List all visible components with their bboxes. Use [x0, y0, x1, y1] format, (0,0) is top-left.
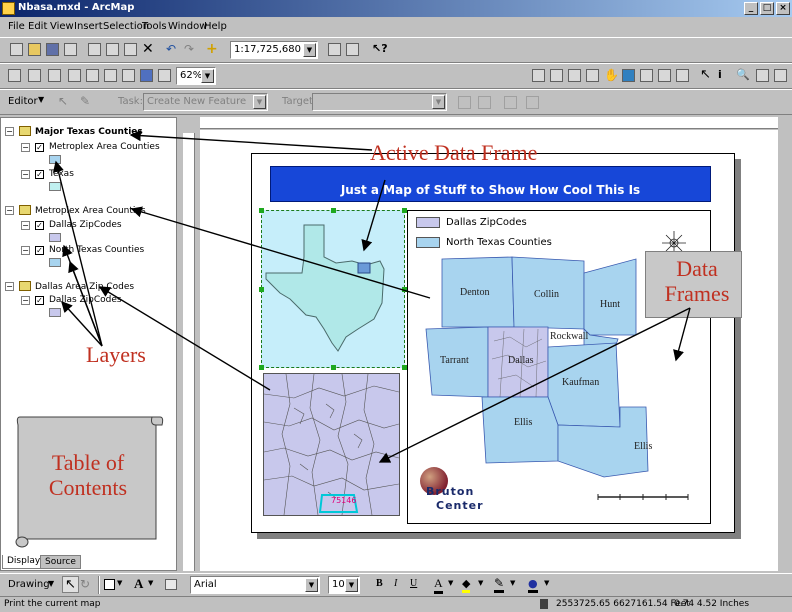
- rectangle-tool-icon[interactable]: [104, 579, 115, 590]
- font-combo[interactable]: Arial ▼: [190, 576, 320, 594]
- chevron-down-icon[interactable]: ▼: [48, 579, 54, 588]
- drawing-toolbar: Drawing ▼ ↖ ↻ ▼ A ▼ Arial ▼ 10 ▼ B I U A ▼…: [0, 573, 792, 595]
- status-icon: [540, 599, 548, 609]
- status-bar: Print the current map 2553725.65 6627161…: [0, 596, 792, 612]
- chevron-down-icon[interactable]: ▼: [345, 578, 358, 592]
- chevron-down-icon[interactable]: ▼: [148, 579, 153, 587]
- italic-icon[interactable]: I: [394, 578, 397, 589]
- chevron-down-icon[interactable]: ▼: [117, 579, 122, 587]
- chevron-down-icon[interactable]: ▼: [305, 578, 318, 592]
- bold-icon[interactable]: B: [376, 578, 383, 589]
- chevron-down-icon[interactable]: ▼: [448, 579, 453, 587]
- annotation-arrows: [52, 130, 691, 463]
- new-graphic-icon[interactable]: [165, 579, 177, 590]
- underline-icon[interactable]: U: [410, 578, 417, 589]
- font-size-value: 10: [332, 579, 345, 590]
- status-page-coordinates: 0.74 4.52 Inches: [674, 599, 750, 609]
- drawing-menu[interactable]: Drawing: [8, 579, 50, 590]
- select-elements-tool-icon[interactable]: ↖: [62, 576, 79, 593]
- arrow-to-toc-group-3: [98, 286, 271, 391]
- font-value: Arial: [194, 579, 217, 590]
- arrow-to-north-frame: [673, 307, 691, 362]
- marker-color-icon[interactable]: ●: [528, 577, 538, 593]
- status-map-coordinates: 2553725.65 6627161.54 Feet: [556, 599, 690, 609]
- arrow-to-layer-1: [52, 160, 103, 347]
- arrow-to-layer-3: [68, 260, 103, 347]
- rotate-icon[interactable]: ↻: [80, 577, 90, 591]
- fill-color-icon[interactable]: ◆: [462, 577, 471, 593]
- line-color-icon[interactable]: ✎: [494, 576, 505, 593]
- chevron-down-icon[interactable]: ▼: [544, 579, 549, 587]
- chevron-down-icon[interactable]: ▼: [478, 579, 483, 587]
- status-message: Print the current map: [4, 599, 101, 609]
- font-color-icon[interactable]: A: [434, 576, 443, 594]
- arrow-to-toc-group-1: [129, 130, 373, 151]
- arrow-to-toc-group-2: [130, 206, 431, 299]
- arrow-to-zip-frame: [378, 307, 691, 463]
- font-size-combo[interactable]: 10 ▼: [328, 576, 360, 594]
- chevron-down-icon[interactable]: ▼: [510, 579, 515, 587]
- arrow-to-active-frame: [361, 179, 386, 252]
- text-tool-icon[interactable]: A: [134, 576, 143, 592]
